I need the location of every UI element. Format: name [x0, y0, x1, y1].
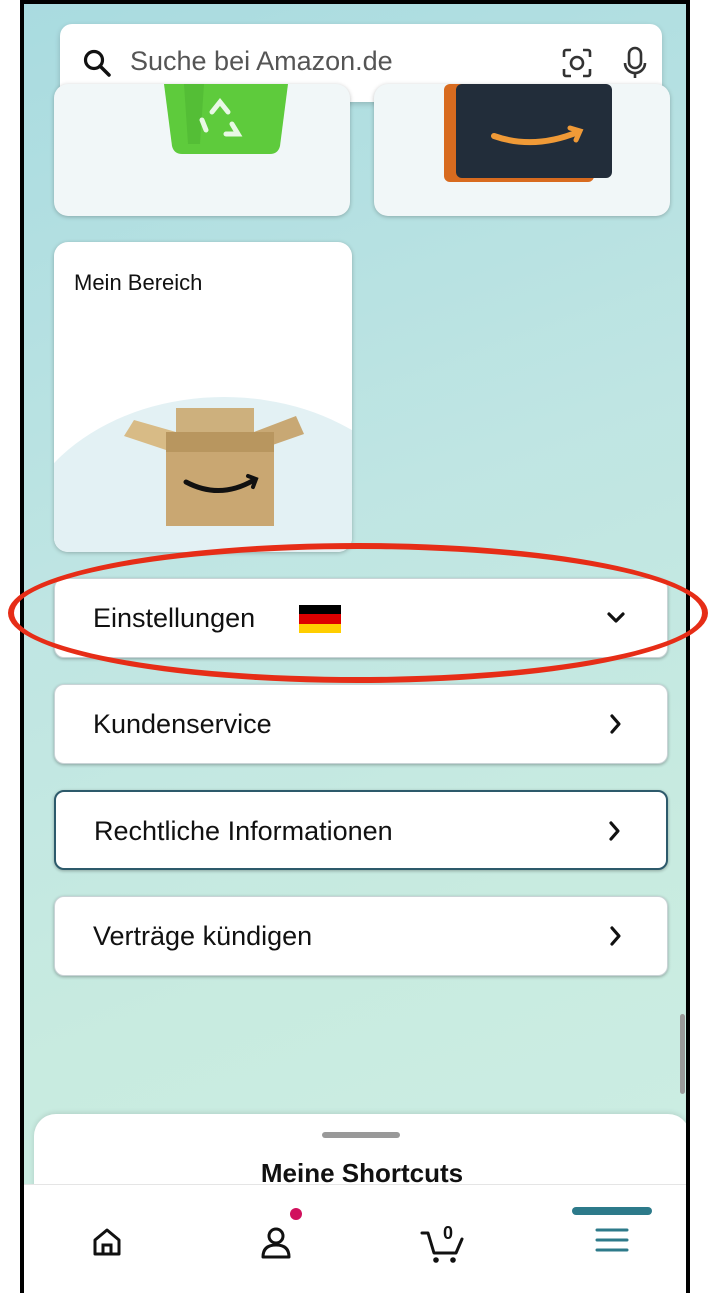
camera-scan-icon[interactable] — [560, 46, 594, 85]
home-icon[interactable] — [90, 1225, 124, 1264]
recycle-tile[interactable] — [54, 84, 350, 216]
menu-item-label: Kundenservice — [93, 709, 272, 739]
menu-icon[interactable] — [594, 1225, 630, 1260]
menu-item-rechtliche-informationen[interactable]: Rechtliche Informationen — [54, 790, 668, 870]
chevron-right-icon — [602, 818, 628, 849]
scrollbar[interactable] — [680, 1014, 685, 1094]
active-tab-indicator — [572, 1207, 652, 1215]
drag-handle[interactable] — [322, 1132, 400, 1138]
cart-count: 0 — [443, 1223, 454, 1243]
menu-item-vertraege-kuendigen[interactable]: Verträge kündigen — [54, 896, 668, 976]
menu-item-label: Rechtliche Informationen — [94, 816, 393, 846]
notification-badge — [290, 1208, 302, 1220]
bottom-nav: 0 — [24, 1184, 686, 1293]
recycle-bin-icon — [164, 84, 288, 154]
account-icon[interactable] — [258, 1225, 294, 1266]
chevron-right-icon — [603, 923, 629, 954]
chevron-right-icon — [603, 711, 629, 742]
mein-bereich-tile[interactable]: Mein Bereich — [54, 242, 352, 552]
menu-item-label: Verträge kündigen — [93, 921, 313, 951]
highlight-annotation — [8, 543, 708, 683]
amazon-box-icon — [124, 408, 304, 526]
gift-card-icon — [444, 84, 612, 182]
gift-card-tile[interactable] — [374, 84, 670, 216]
menu-item-kundenservice[interactable]: Kundenservice — [54, 684, 668, 764]
microphone-icon[interactable] — [620, 46, 650, 85]
search-icon — [82, 48, 112, 83]
tile-label: Mein Bereich — [74, 270, 203, 295]
search-input[interactable]: Suche bei Amazon.de — [130, 46, 393, 77]
